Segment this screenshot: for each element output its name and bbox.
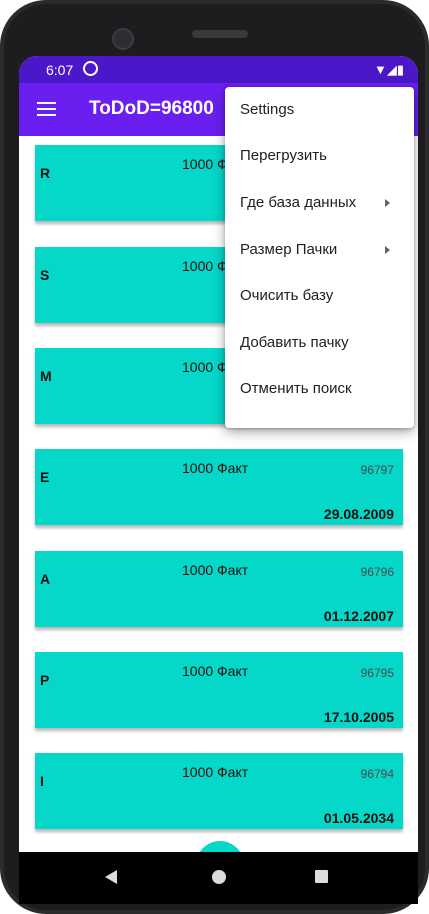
hamburger-menu-icon[interactable]	[37, 102, 56, 116]
item-letter: R	[40, 165, 51, 181]
front-camera	[112, 28, 134, 50]
item-date: 01.12.2007	[323, 608, 394, 624]
status-time: 6:07	[46, 62, 74, 78]
item-letter: P	[40, 672, 50, 688]
menu-item-label: Размер Пачки	[240, 241, 338, 258]
item-title: 1000 Факт	[182, 460, 249, 476]
submenu-arrow-icon	[385, 199, 390, 207]
device-screen: 6:07 ▼◢▮ ToDoD=96800 R 1000 Факт S 1000 …	[19, 56, 418, 904]
submenu-arrow-icon	[385, 246, 390, 254]
item-title: 1000 Факт	[182, 562, 249, 578]
menu-item-cancel-search[interactable]: Отменить поиск	[225, 366, 414, 412]
item-title: 1000 Факт	[182, 764, 249, 780]
sync-icon	[83, 61, 98, 76]
item-date: 29.08.2009	[323, 506, 394, 522]
app-title: ToDoD=96800	[89, 98, 214, 119]
list-item[interactable]: P 1000 Факт 96795 17.10.2005	[35, 652, 403, 728]
item-date: 17.10.2005	[323, 709, 394, 725]
list-item[interactable]: I 1000 Факт 96794 01.05.2034	[35, 753, 403, 829]
status-bar: 6:07 ▼◢▮	[19, 56, 418, 83]
status-icons: ▼◢▮	[373, 62, 404, 77]
earpiece-speaker	[192, 30, 248, 38]
menu-item-database-location[interactable]: Где база данных	[225, 180, 414, 226]
item-date: 01.05.2034	[323, 810, 394, 826]
menu-item-label: Добавить пачку	[240, 334, 349, 351]
menu-item-label: Где база данных	[240, 194, 357, 211]
menu-item-settings[interactable]: Settings	[225, 87, 414, 133]
item-number: 96795	[360, 666, 394, 680]
menu-item-label: Перегрузить	[240, 147, 327, 164]
overflow-menu: Settings Перегрузить Где база данных Раз…	[225, 87, 414, 428]
menu-item-add-batch[interactable]: Добавить пачку	[225, 320, 414, 366]
item-letter: S	[40, 267, 50, 283]
menu-item-batch-size[interactable]: Размер Пачки	[225, 227, 414, 273]
item-letter: I	[40, 773, 44, 789]
item-number: 96796	[360, 565, 394, 579]
menu-item-clear-database[interactable]: Очисить базу	[225, 273, 414, 319]
list-item[interactable]: E 1000 Факт 96797 29.08.2009	[35, 449, 403, 525]
list-item[interactable]: A 1000 Факт 96796 01.12.2007	[35, 551, 403, 627]
item-letter: M	[40, 368, 52, 384]
menu-item-label: Отменить поиск	[240, 380, 352, 397]
home-icon[interactable]	[212, 870, 226, 884]
system-navigation-bar	[19, 852, 418, 904]
item-letter: E	[40, 469, 50, 485]
phone-frame: 6:07 ▼◢▮ ToDoD=96800 R 1000 Факт S 1000 …	[0, 0, 429, 914]
menu-item-label: Очисить базу	[240, 287, 334, 304]
recents-icon[interactable]	[315, 870, 328, 883]
menu-item-label: Settings	[240, 101, 295, 118]
item-number: 96794	[360, 767, 394, 781]
item-letter: A	[40, 571, 51, 587]
item-number: 96797	[360, 463, 394, 477]
back-icon[interactable]	[105, 870, 117, 884]
item-title: 1000 Факт	[182, 663, 249, 679]
phone-bezel: 6:07 ▼◢▮ ToDoD=96800 R 1000 Факт S 1000 …	[4, 4, 425, 910]
menu-item-reload[interactable]: Перегрузить	[225, 133, 414, 179]
